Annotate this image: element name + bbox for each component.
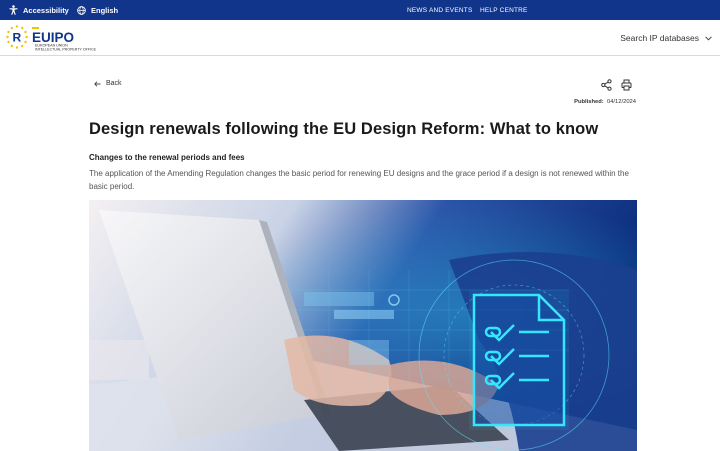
page-title: Design renewals following the EU Design … bbox=[89, 120, 599, 138]
globe-icon bbox=[77, 5, 86, 15]
site-header: R EUIPO EUROPEAN UNION INTELLECTUAL PROP… bbox=[0, 20, 720, 56]
hero-illustration bbox=[89, 200, 637, 451]
news-and-events-link[interactable]: NEWS AND EVENTS bbox=[407, 0, 472, 20]
search-ip-databases-label: Search IP databases bbox=[620, 33, 699, 43]
intro-paragraph: The application of the Amending Regulati… bbox=[89, 169, 629, 191]
arrow-left-icon bbox=[94, 80, 101, 87]
published-value: 04/12/2024 bbox=[606, 99, 636, 105]
accessibility-label: Accessibility bbox=[23, 5, 69, 15]
top-utility-bar: Accessibility English NEWS AND EVENTS HE… bbox=[0, 0, 720, 20]
published-date: Published: 04/12/2024 bbox=[574, 99, 636, 105]
language-label: English bbox=[91, 5, 119, 15]
print-icon[interactable] bbox=[621, 79, 632, 91]
help-centre-link[interactable]: HELP CENTRE bbox=[480, 0, 528, 20]
published-label: Published: bbox=[574, 99, 604, 105]
svg-text:INTELLECTUAL PROPERTY OFFICE: INTELLECTUAL PROPERTY OFFICE bbox=[35, 48, 97, 52]
chevron-down-icon bbox=[705, 35, 712, 41]
accessibility-icon bbox=[9, 5, 18, 15]
back-link[interactable]: Back bbox=[94, 80, 122, 87]
hero-image bbox=[89, 200, 637, 451]
euipo-logo-graphic: R EUIPO EUROPEAN UNION INTELLECTUAL PROP… bbox=[6, 25, 97, 52]
language-selector[interactable]: English bbox=[77, 0, 118, 20]
euipo-logo[interactable]: R EUIPO EUROPEAN UNION INTELLECTUAL PROP… bbox=[3, 23, 113, 53]
search-ip-databases-button[interactable]: Search IP databases bbox=[620, 20, 712, 56]
share-icon[interactable] bbox=[601, 79, 612, 91]
accessibility-button[interactable]: Accessibility bbox=[9, 0, 69, 20]
svg-text:R: R bbox=[13, 31, 22, 45]
section-heading: Changes to the renewal periods and fees bbox=[89, 153, 245, 162]
article-tools bbox=[601, 79, 632, 91]
back-label: Back bbox=[106, 80, 122, 87]
